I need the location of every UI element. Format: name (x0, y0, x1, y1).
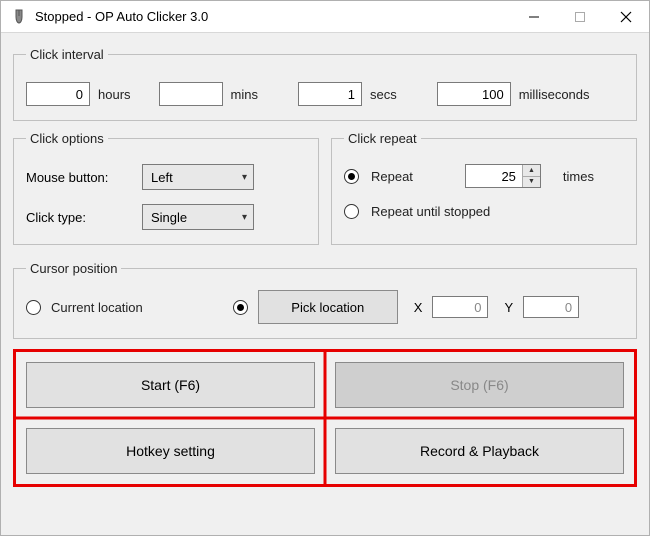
y-label: Y (504, 300, 513, 315)
ms-input[interactable] (437, 82, 511, 106)
spinner-up-icon[interactable]: ▲ (523, 165, 540, 177)
y-input[interactable] (523, 296, 579, 318)
mouse-button-label: Mouse button: (26, 170, 132, 185)
click-type-select[interactable]: Single ▾ (142, 204, 254, 230)
click-repeat-group: Click repeat Repeat ▲ ▼ times (331, 131, 637, 245)
record-playback-button[interactable]: Record & Playback (335, 428, 624, 474)
app-icon (11, 9, 27, 25)
times-label: times (563, 169, 594, 184)
click-interval-group: Click interval hours mins secs milliseco… (13, 47, 637, 121)
app-window: Stopped - OP Auto Clicker 3.0 Click inte… (0, 0, 650, 536)
maximize-button[interactable] (557, 1, 603, 33)
x-label: X (414, 300, 423, 315)
hotkey-setting-button[interactable]: Hotkey setting (26, 428, 315, 474)
window-title: Stopped - OP Auto Clicker 3.0 (35, 9, 511, 24)
window-controls (511, 1, 649, 33)
mins-input[interactable] (159, 82, 223, 106)
click-interval-legend: Click interval (26, 47, 108, 62)
close-button[interactable] (603, 1, 649, 33)
mins-label: mins (231, 87, 258, 102)
click-options-legend: Click options (26, 131, 108, 146)
hours-label: hours (98, 87, 131, 102)
secs-label: secs (370, 87, 397, 102)
click-type-label: Click type: (26, 210, 132, 225)
current-location-radio[interactable] (26, 300, 41, 315)
pick-location-label: Pick location (291, 300, 364, 315)
chevron-down-icon: ▾ (242, 172, 247, 183)
start-button[interactable]: Start (F6) (26, 362, 315, 408)
click-type-value: Single (151, 210, 187, 225)
click-options-group: Click options Mouse button: Left ▾ Click… (13, 131, 319, 245)
repeat-count-spinner[interactable]: ▲ ▼ (465, 164, 541, 188)
cursor-position-group: Cursor position Current location Pick lo… (13, 261, 637, 339)
mouse-button-select[interactable]: Left ▾ (142, 164, 254, 190)
footer-button-grid: Start (F6) Stop (F6) Hotkey setting Reco… (13, 349, 637, 487)
titlebar: Stopped - OP Auto Clicker 3.0 (1, 1, 649, 33)
click-repeat-legend: Click repeat (344, 131, 421, 146)
repeat-count-input[interactable] (466, 165, 522, 187)
ms-label: milliseconds (519, 87, 590, 102)
current-location-label: Current location (51, 300, 143, 315)
x-input[interactable] (432, 296, 488, 318)
secs-input[interactable] (298, 82, 362, 106)
pick-location-button[interactable]: Pick location (258, 290, 398, 324)
stop-button[interactable]: Stop (F6) (335, 362, 624, 408)
stop-label: Stop (F6) (450, 377, 508, 393)
hours-input[interactable] (26, 82, 90, 106)
record-label: Record & Playback (420, 443, 539, 459)
repeat-label: Repeat (371, 169, 413, 184)
pick-location-radio[interactable] (233, 300, 248, 315)
repeat-until-radio[interactable] (344, 204, 359, 219)
spinner-down-icon[interactable]: ▼ (523, 177, 540, 188)
mouse-button-value: Left (151, 170, 173, 185)
chevron-down-icon: ▾ (242, 212, 247, 223)
start-label: Start (F6) (141, 377, 200, 393)
cursor-position-legend: Cursor position (26, 261, 121, 276)
repeat-radio[interactable] (344, 169, 359, 184)
hotkey-label: Hotkey setting (126, 443, 215, 459)
minimize-button[interactable] (511, 1, 557, 33)
repeat-until-label: Repeat until stopped (371, 204, 490, 219)
